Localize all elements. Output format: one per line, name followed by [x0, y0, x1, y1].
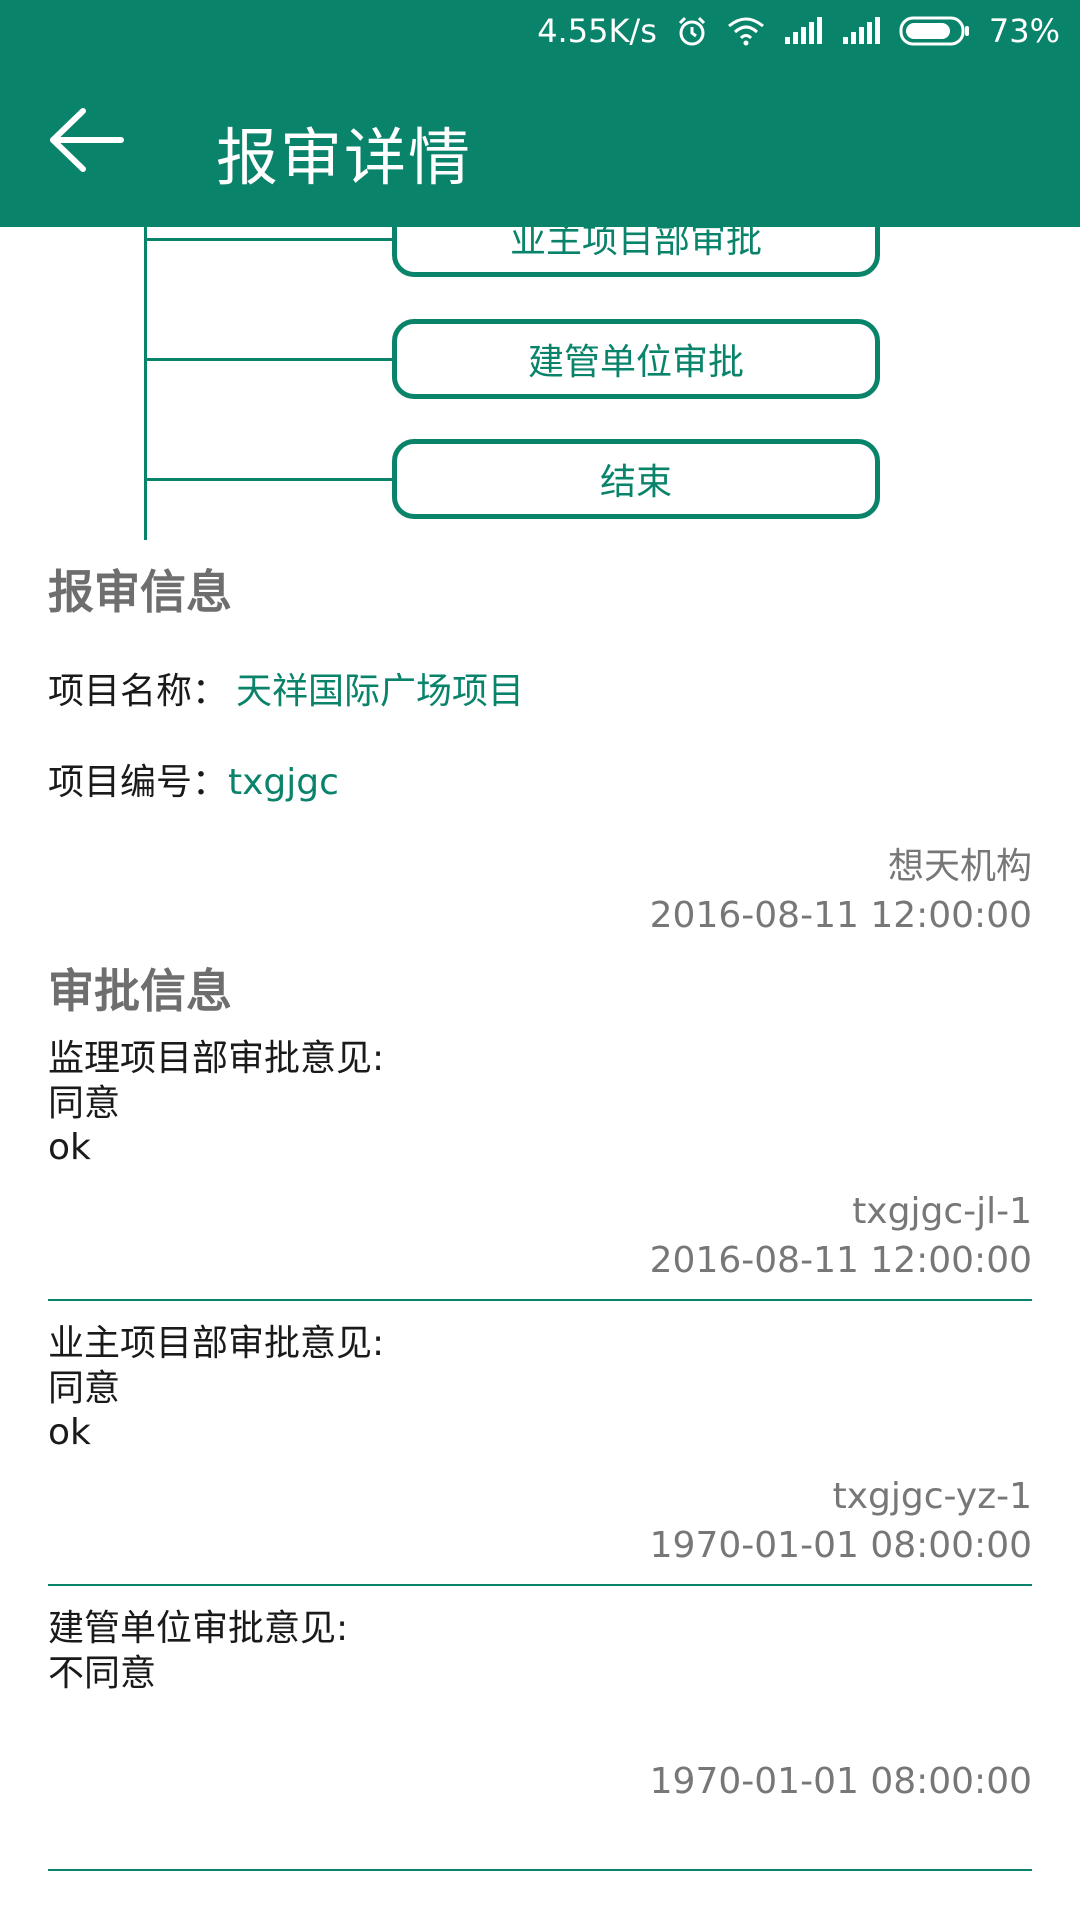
approval-item: 建管单位审批意见: 不同意 [48, 1606, 1032, 1696]
wifi-icon [727, 16, 765, 46]
approval-label: 业主项目部审批意见: [48, 1323, 385, 1364]
approval-meta: txgjgc-yz-1 1970-01-01 08:00:00 [650, 1472, 1032, 1570]
report-info-title: 报审信息 [48, 565, 232, 619]
approval-item: 监理项目部审批意见: 同意 ok [48, 1036, 1032, 1170]
back-arrow-icon [45, 105, 125, 179]
approval-time: 2016-08-11 12:00:00 [649, 1240, 1032, 1281]
battery-level: 73% [988, 12, 1060, 50]
approval-decision: 不同意 [48, 1653, 157, 1694]
flow-node-construction-unit[interactable]: 建管单位审批 [392, 319, 880, 399]
approval-flow-diagram: 业主项目部审批 建管单位审批 结束 [0, 197, 1080, 540]
divider [48, 1299, 1032, 1301]
back-button[interactable] [40, 102, 130, 182]
alarm-icon [675, 14, 709, 48]
flow-node-end[interactable]: 结束 [392, 439, 880, 519]
status-bar: 4.55K/s 73% [537, 0, 1060, 62]
network-speed: 4.55K/s [537, 12, 657, 50]
approval-item: 业主项目部审批意见: 同意 ok [48, 1321, 1032, 1455]
project-name-value: 天祥国际广场项目 [236, 671, 525, 712]
approval-time: 1970-01-01 08:00:00 [649, 1761, 1032, 1802]
flow-connector [144, 238, 392, 241]
flow-connector [144, 478, 392, 481]
report-time: 2016-08-11 12:00:00 [649, 895, 1032, 936]
report-meta: 想天机构 2016-08-11 12:00:00 [650, 842, 1032, 940]
project-name-label: 项目名称： [48, 671, 229, 712]
report-org: 想天机构 [887, 846, 1032, 887]
approval-comment: ok [48, 1127, 91, 1168]
approval-label: 建管单位审批意见: [48, 1608, 349, 1649]
approval-user: txgjgc-jl-1 [852, 1191, 1032, 1232]
divider [48, 1869, 1032, 1871]
flow-vertical-line [144, 227, 147, 540]
approval-decision: 同意 [48, 1083, 121, 1124]
project-code-value: txgjgc [228, 762, 339, 803]
app-bar: 4.55K/s 73% 报审详情 [0, 0, 1080, 227]
flow-connector [144, 358, 392, 361]
signal-icon [783, 17, 823, 45]
approval-comment: ok [48, 1412, 91, 1453]
page-title: 报审详情 [216, 121, 473, 194]
approval-user: txgjgc-yz-1 [832, 1476, 1032, 1517]
approval-meta: txgjgc-jl-1 2016-08-11 12:00:00 [650, 1187, 1032, 1285]
approval-info-title: 审批信息 [48, 964, 232, 1018]
project-code-row: 项目编号：txgjgc [48, 753, 339, 805]
project-code-label: 项目编号： [48, 762, 229, 803]
signal-icon [841, 17, 881, 45]
battery-icon [899, 15, 971, 47]
project-name-row: 项目名称： 天祥国际广场项目 [48, 662, 524, 714]
approval-label: 监理项目部审批意见: [48, 1038, 385, 1079]
approval-decision: 同意 [48, 1368, 121, 1409]
approval-time: 1970-01-01 08:00:00 [649, 1525, 1032, 1566]
divider [48, 1584, 1032, 1586]
approval-meta: 1970-01-01 08:00:00 [650, 1757, 1032, 1806]
